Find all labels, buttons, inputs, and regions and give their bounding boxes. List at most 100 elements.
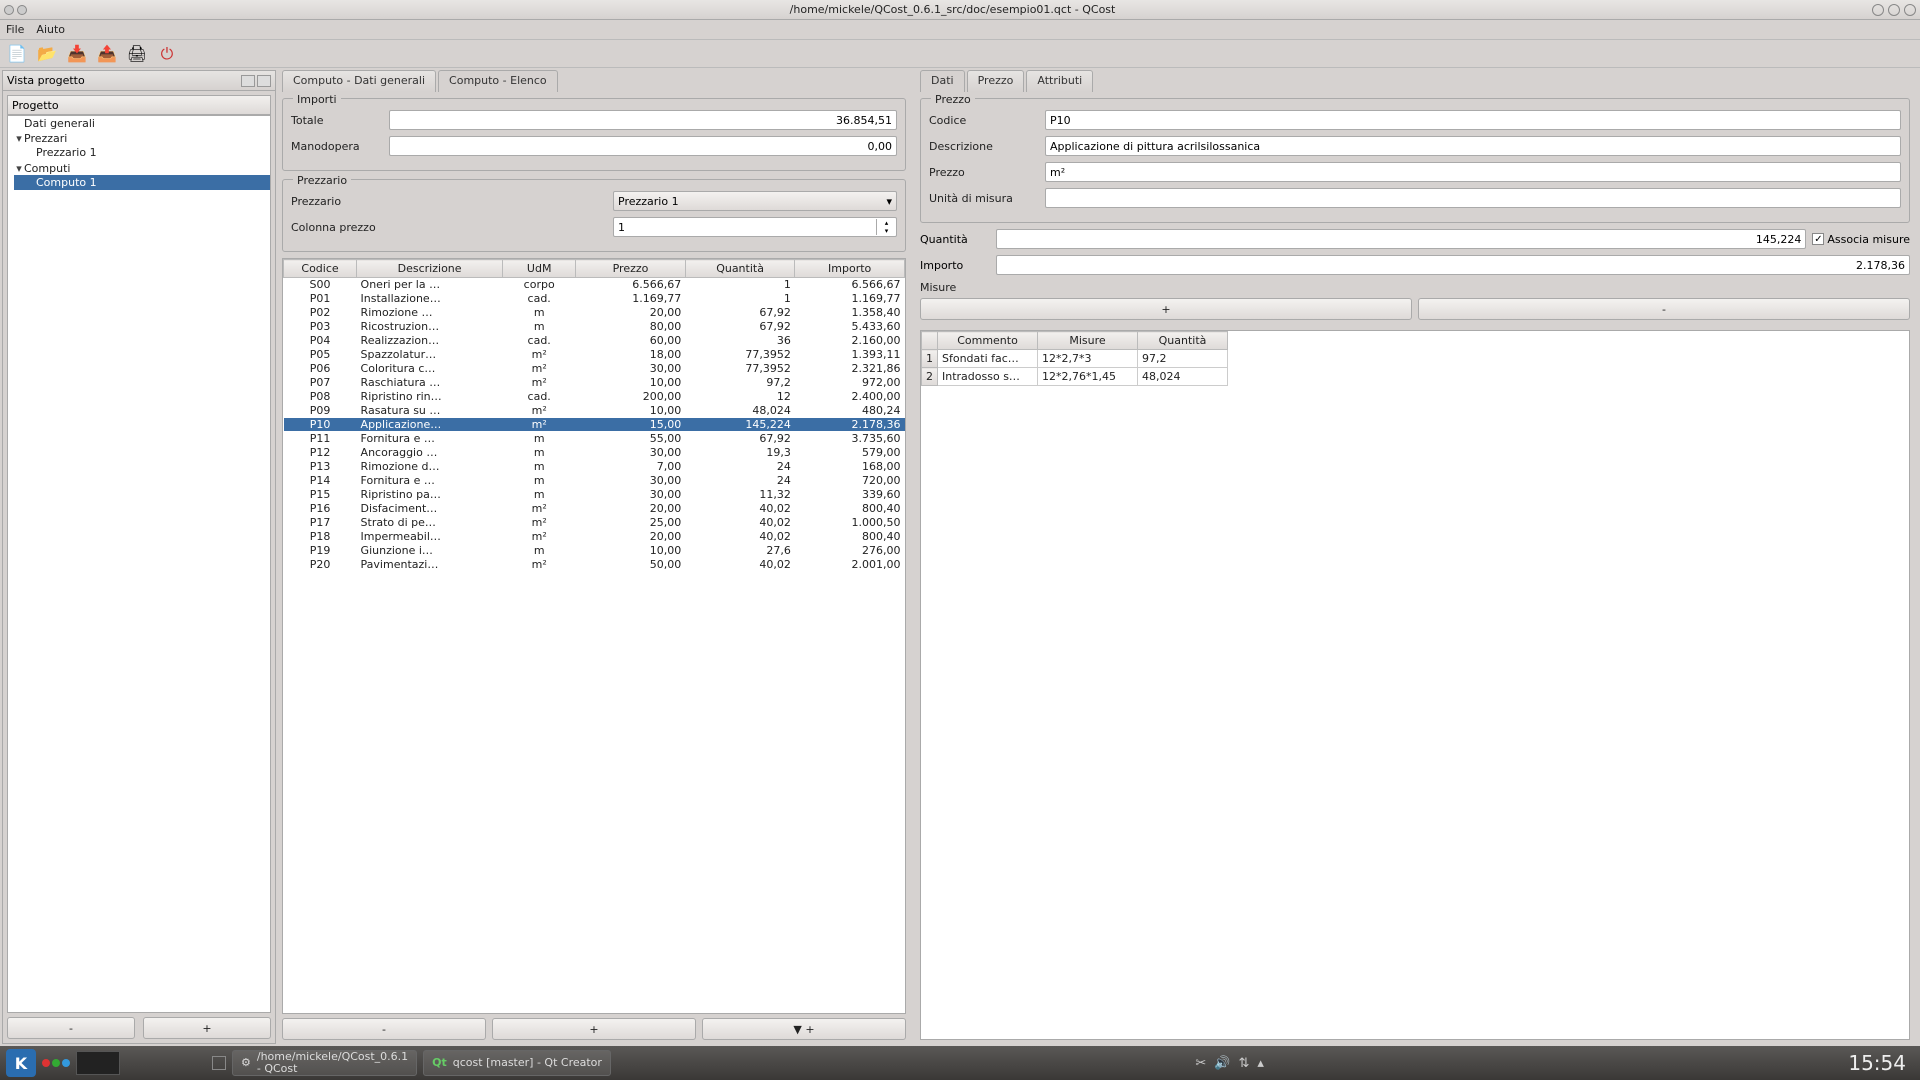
computo-table[interactable]: Codice Descrizione UdM Prezzo Quantità I… (283, 259, 905, 572)
col-descrizione[interactable]: Descrizione (357, 260, 503, 278)
spin-colonna-prezzo[interactable]: 1▴▾ (613, 217, 897, 237)
col-udm[interactable]: UdM (503, 260, 576, 278)
field-quantita[interactable]: 145,224 (996, 229, 1806, 249)
label-associa-misure: Associa misure (1827, 233, 1910, 246)
export-button[interactable]: 📤 (96, 43, 118, 65)
col-commento[interactable]: Commento (938, 332, 1038, 350)
col-codice[interactable]: Codice (284, 260, 357, 278)
task-qcost[interactable]: ⚙ /home/mickele/QCost_0.6.1- QCost (232, 1050, 417, 1076)
task-qtcreator[interactable]: Qt qcost [master] - Qt Creator (423, 1050, 611, 1076)
list-add-child-button[interactable]: ▼ + (702, 1018, 906, 1040)
table-row[interactable]: P06Coloritura c…m²30,0077,39522.321,86 (284, 362, 905, 376)
list-add-button[interactable]: + (492, 1018, 696, 1040)
open-folder-icon: 📂 (37, 44, 57, 63)
table-row[interactable]: P05Spazzolatur…m²18,0077,39521.393,11 (284, 348, 905, 362)
tree-item[interactable]: Prezzari (24, 132, 67, 145)
col-importo[interactable]: Importo (795, 260, 905, 278)
checkbox-associa-misure[interactable]: ✓ (1812, 233, 1824, 245)
combo-prezzario[interactable]: Prezzario 1▾ (613, 191, 897, 211)
table-row[interactable]: P14Fornitura e …m30,0024720,00 (284, 474, 905, 488)
open-file-button[interactable]: 📂 (36, 43, 58, 65)
expand-icon[interactable]: ▾ (14, 132, 24, 145)
table-row[interactable]: 2Intradosso s…12*2,76*1,4548,024 (922, 368, 1228, 386)
tree-item[interactable]: Dati generali (24, 117, 95, 130)
col-prezzo[interactable]: Prezzo (576, 260, 686, 278)
table-row[interactable]: P07Raschiatura …m²10,0097,2972,00 (284, 376, 905, 390)
tab-dati-generali[interactable]: Computo - Dati generali (282, 70, 436, 92)
table-row[interactable]: P02Rimozione …m20,0067,921.358,40 (284, 306, 905, 320)
tree-item-selected[interactable]: Computo 1 (14, 175, 270, 190)
new-file-icon: 📄 (7, 44, 27, 63)
table-row[interactable]: 1Sfondati fac…12*2,7*397,2 (922, 350, 1228, 368)
volume-icon[interactable]: 🔊 (1214, 1056, 1230, 1071)
show-desktop-icon[interactable] (212, 1056, 226, 1070)
table-row[interactable]: P01Installazione…cad.1.169,7711.169,77 (284, 292, 905, 306)
import-button[interactable]: 📥 (66, 43, 88, 65)
list-remove-button[interactable]: - (282, 1018, 486, 1040)
field-prezzo[interactable]: m² (1045, 162, 1901, 182)
network-icon[interactable]: ⇅ (1238, 1056, 1249, 1071)
clock[interactable]: 15:54 (1848, 1051, 1914, 1075)
table-row[interactable]: P09Rasatura su …m²10,0048,024480,24 (284, 404, 905, 418)
table-row[interactable]: P08Ripristino rin…cad.200,00122.400,00 (284, 390, 905, 404)
label-codice: Codice (929, 114, 1039, 127)
table-row[interactable]: P20Pavimentazi…m²50,0040,022.001,00 (284, 558, 905, 572)
menu-file[interactable]: File (6, 23, 24, 36)
activity-switcher[interactable] (42, 1059, 70, 1067)
field-codice[interactable]: P10 (1045, 110, 1901, 130)
spin-up-icon[interactable]: ▴ (876, 219, 896, 227)
misure-table[interactable]: Commento Misure Quantità 1Sfondati fac…1… (921, 331, 1228, 386)
app-icon: ⚙ (241, 1057, 251, 1069)
field-udm[interactable] (1045, 188, 1901, 208)
field-descrizione[interactable]: Applicazione di pittura acrilsilossanica (1045, 136, 1901, 156)
col-misure[interactable]: Misure (1038, 332, 1138, 350)
tab-dati[interactable]: Dati (920, 70, 965, 92)
table-row[interactable]: S00Oneri per la …corpo6.566,6716.566,67 (284, 278, 905, 292)
dock-close-button[interactable] (257, 75, 271, 87)
spin-value: 1 (618, 221, 876, 234)
close-icon[interactable] (1904, 4, 1916, 16)
print-button[interactable]: 🖨 (126, 43, 148, 65)
clipboard-icon[interactable]: ✂ (1195, 1056, 1206, 1071)
table-row[interactable]: P13Rimozione d…m7,0024168,00 (284, 460, 905, 474)
label-colonna-prezzo: Colonna prezzo (291, 221, 401, 234)
minimize-icon[interactable] (1872, 4, 1884, 16)
table-row[interactable]: P17Strato di pe…m²25,0040,021.000,50 (284, 516, 905, 530)
table-row[interactable]: P12Ancoraggio …m30,0019,3579,00 (284, 446, 905, 460)
table-row[interactable]: P16Disfaciment…m²20,0040,02800,40 (284, 502, 905, 516)
new-file-button[interactable]: 📄 (6, 43, 28, 65)
misure-remove-button[interactable]: - (1418, 298, 1910, 320)
pager[interactable] (76, 1051, 120, 1075)
table-row[interactable]: P04Realizzazion…cad.60,00362.160,00 (284, 334, 905, 348)
table-row[interactable]: P18Impermeabil…m²20,0040,02800,40 (284, 530, 905, 544)
combo-value: Prezzario 1 (618, 195, 679, 208)
expand-icon[interactable]: ▾ (14, 162, 24, 175)
tray-expand-icon[interactable]: ▴ (1257, 1056, 1264, 1071)
window-menu-icon[interactable] (4, 5, 14, 15)
col-quantita-m[interactable]: Quantità (1138, 332, 1228, 350)
field-importo: 2.178,36 (996, 255, 1910, 275)
project-tree[interactable]: Dati generali ▾Prezzari Prezzario 1 ▾Com… (7, 115, 271, 1013)
tree-item[interactable]: Prezzario 1 (14, 145, 270, 160)
dock-float-button[interactable] (241, 75, 255, 87)
table-row[interactable]: P15Ripristino pa…m30,0011,32339,60 (284, 488, 905, 502)
table-row[interactable]: P10Applicazione…m²15,00145,2242.178,36 (284, 418, 905, 432)
label-quantita: Quantità (920, 233, 990, 246)
tab-prezzo[interactable]: Prezzo (967, 70, 1025, 92)
misure-add-button[interactable]: + (920, 298, 1412, 320)
tree-add-button[interactable]: + (143, 1017, 271, 1039)
spin-down-icon[interactable]: ▾ (876, 227, 896, 235)
table-row[interactable]: P03Ricostruzion…m80,0067,925.433,60 (284, 320, 905, 334)
tab-attributi[interactable]: Attributi (1026, 70, 1093, 92)
window-pin-icon[interactable] (17, 5, 27, 15)
maximize-icon[interactable] (1888, 4, 1900, 16)
table-row[interactable]: P11Fornitura e …m55,0067,923.735,60 (284, 432, 905, 446)
col-quantita[interactable]: Quantità (685, 260, 795, 278)
table-row[interactable]: P19Giunzione i…m10,0027,6276,00 (284, 544, 905, 558)
tree-item[interactable]: Computi (24, 162, 70, 175)
menu-help[interactable]: Aiuto (36, 23, 65, 36)
tree-remove-button[interactable]: - (7, 1017, 135, 1039)
tab-elenco[interactable]: Computo - Elenco (438, 70, 558, 92)
exit-button[interactable]: ⏻ (156, 43, 178, 65)
kde-start-button[interactable]: K (6, 1049, 36, 1077)
